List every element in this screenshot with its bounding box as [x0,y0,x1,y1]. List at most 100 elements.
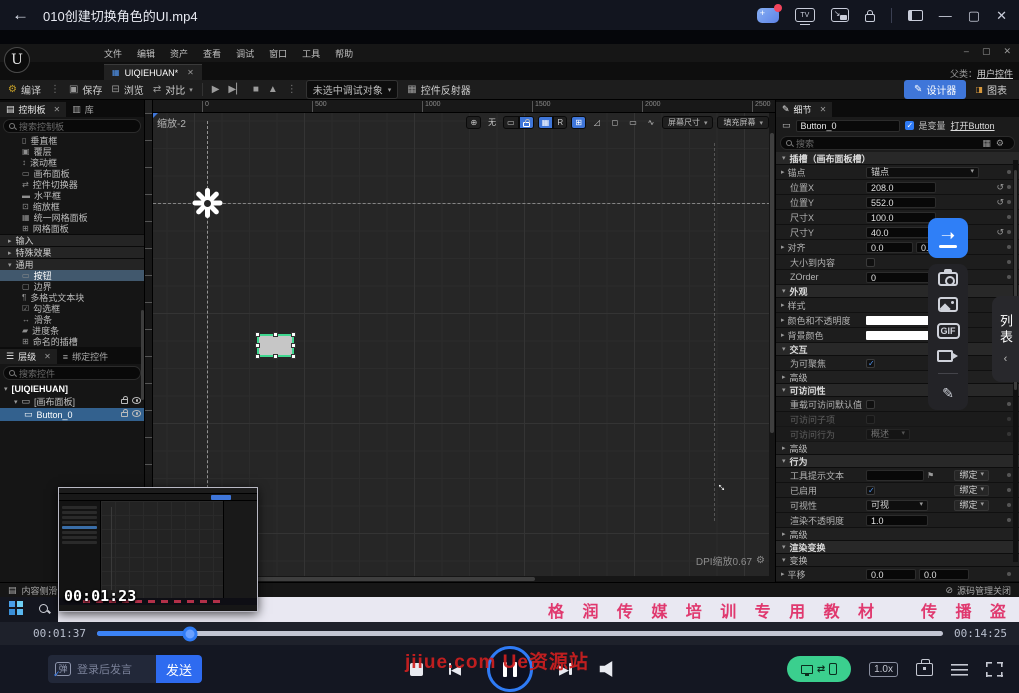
tab-close-icon[interactable]: ✕ [44,352,51,361]
menu-item[interactable]: 资产 [170,47,188,60]
tab-palette[interactable]: ▤控制板✕ [0,102,66,117]
video-record-icon[interactable] [937,350,953,362]
enabled-checkbox[interactable] [866,486,875,495]
anchors-dropdown[interactable]: 锚点▾ [866,167,979,178]
menu-item[interactable]: 文件 [104,47,122,60]
localize-flag-icon[interactable]: ⚑ [927,471,934,480]
accessible-behavior-dropdown[interactable]: 概述▾ [866,429,910,440]
browse-button[interactable]: ⊟浏览 [111,82,143,97]
danmaku-icon[interactable]: 弹 [55,662,71,676]
open-button-link[interactable]: 打开Button [951,119,995,132]
visibility-dropdown[interactable]: 可视▾ [866,500,928,511]
game-center-icon[interactable] [757,8,779,23]
menu-item[interactable]: 帮助 [335,47,353,60]
screen-size-dropdown[interactable]: 屏幕尺寸▾ [662,116,714,129]
menu-item[interactable]: 编辑 [137,47,155,60]
hierarchy-root-row[interactable]: ▾[UIQIEHUAN] [0,382,144,395]
close-button[interactable]: ✕ [996,9,1007,22]
widget-name-input[interactable]: Button_0 [796,120,900,132]
palette-search-input[interactable]: 搜索控制板 [3,119,141,133]
volume-icon[interactable] [599,661,612,677]
size-x-field[interactable]: 100.0 [866,212,936,223]
preview-bg-icon[interactable]: ▭ [626,116,640,129]
seek-handle[interactable] [183,626,198,641]
tab-library[interactable]: ▥库 [66,102,100,117]
fill-screen-dropdown[interactable]: 填充屏幕▾ [717,116,769,129]
lock-icon[interactable] [865,14,875,22]
palette-item[interactable]: ¶ 多格式文本块 [0,292,144,303]
back-button[interactable]: ← [12,5,29,25]
override-accessible-checkbox[interactable] [866,400,875,409]
hierarchy-canvas-row[interactable]: ▾▭ [画布面板] [0,395,144,408]
render-opacity-field[interactable]: 1.0 [866,515,928,526]
menu-item[interactable]: 工具 [302,47,320,60]
tab-details[interactable]: ✎细节✕ [776,102,832,117]
is-variable-checkbox[interactable] [905,121,914,130]
visibility-bind-dropdown[interactable]: 绑定▾ [954,500,989,511]
minimize-button[interactable]: — [939,9,952,22]
effects-icon[interactable]: ∿ [644,116,658,129]
section-accessibility[interactable]: ▾可访问性 [776,384,1019,397]
compile-options-icon[interactable]: ⋮ [50,84,60,95]
device-cast-button[interactable]: ⇄ [787,656,851,682]
lock-icon[interactable] [121,412,128,417]
dpi-scale-label[interactable]: DPI缩放0.67⚙ [696,553,765,568]
palette-section-common[interactable]: ▾通用 [0,258,144,270]
lock-icon[interactable] [121,399,128,404]
dpi-settings-gear-icon[interactable]: ⚙ [756,555,765,566]
gif-record-icon[interactable]: GIF [937,323,960,339]
graph-tab-button[interactable]: ◨图表 [975,82,1007,97]
selection-handle[interactable] [273,354,278,359]
frame-skip-button[interactable]: ▶▏ [228,84,243,95]
menu-item[interactable]: 查看 [203,47,221,60]
cast-tv-icon[interactable]: TV [795,8,815,22]
section-transform[interactable]: ▾变换 [776,554,1019,567]
section-appearance[interactable]: ▾外观 [776,285,1019,298]
fullscreen-icon[interactable] [986,662,1003,677]
tab-close-icon[interactable]: ✕ [187,68,194,77]
palette-section-input[interactable]: ▸输入 [0,234,144,246]
maximize-button[interactable]: ▢ [968,9,980,22]
selected-button-widget[interactable] [257,334,294,357]
danmaku-input[interactable]: 弹 登录后发言 [48,655,156,683]
selection-handle[interactable] [291,354,296,359]
send-danmaku-button[interactable]: 发送 [156,655,202,683]
background-color-swatch[interactable] [866,331,936,340]
palette-item[interactable]: ☑ 勾选框 [0,303,144,314]
reset-icon[interactable]: ↺ [996,227,1004,238]
palette-item[interactable]: ▯ 垂直框 [0,135,144,146]
toolbox-icon[interactable] [916,663,933,676]
diff-button[interactable]: ⇄对比▾ [153,82,193,97]
focusable-checkbox[interactable] [866,359,875,368]
hierarchy-search-input[interactable]: 搜索控件 [3,366,141,380]
palette-section-fx[interactable]: ▸特殊效果 [0,246,144,258]
section-slot[interactable]: ▾插槽（画布面板槽） [776,152,1019,165]
translation-y-field[interactable]: 0.0 [919,569,969,580]
palette-item[interactable]: ▣ 覆层 [0,146,144,157]
share-button[interactable]: ➝ [928,218,968,258]
compile-button[interactable]: ⚙编译 [8,82,41,97]
palette-item[interactable]: ▭ 按钮 [0,270,144,281]
details-search-input[interactable]: 搜索 ▦⚙ [780,136,1015,150]
accessible-children-checkbox[interactable] [866,415,875,424]
tab-hierarchy[interactable]: ☰层级✕ [0,349,57,364]
tooltip-bind-dropdown[interactable]: 绑定▾ [954,470,989,481]
selection-handle[interactable] [291,332,296,337]
position-x-field[interactable]: 208.0 [866,182,936,193]
eject-button[interactable]: ▲ [268,84,278,95]
play-button[interactable]: ▶ [212,84,220,95]
translation-mode-icon[interactable]: ▭ [503,116,519,129]
size-to-content-checkbox[interactable] [866,258,875,267]
property-matrix-icon[interactable]: ▦ [982,138,991,149]
rotation-grid-button[interactable]: R [553,116,567,129]
selection-handle[interactable] [255,343,260,348]
section-render-transform[interactable]: ▾渲染变换 [776,541,1019,554]
alignment-x-field[interactable]: 0.0 [866,242,913,253]
palette-item[interactable]: ▦ 统一网格面板 [0,212,144,223]
seek-bar[interactable] [97,631,943,636]
selection-handle[interactable] [255,354,260,359]
safe-zone-icon[interactable]: ◻ [608,116,622,129]
palette-item[interactable]: ⊞ 命名的插槽 [0,336,144,347]
asset-tab[interactable]: ▦ UIQIEHUAN* ✕ [104,64,202,80]
menu-item[interactable]: 窗口 [269,47,287,60]
